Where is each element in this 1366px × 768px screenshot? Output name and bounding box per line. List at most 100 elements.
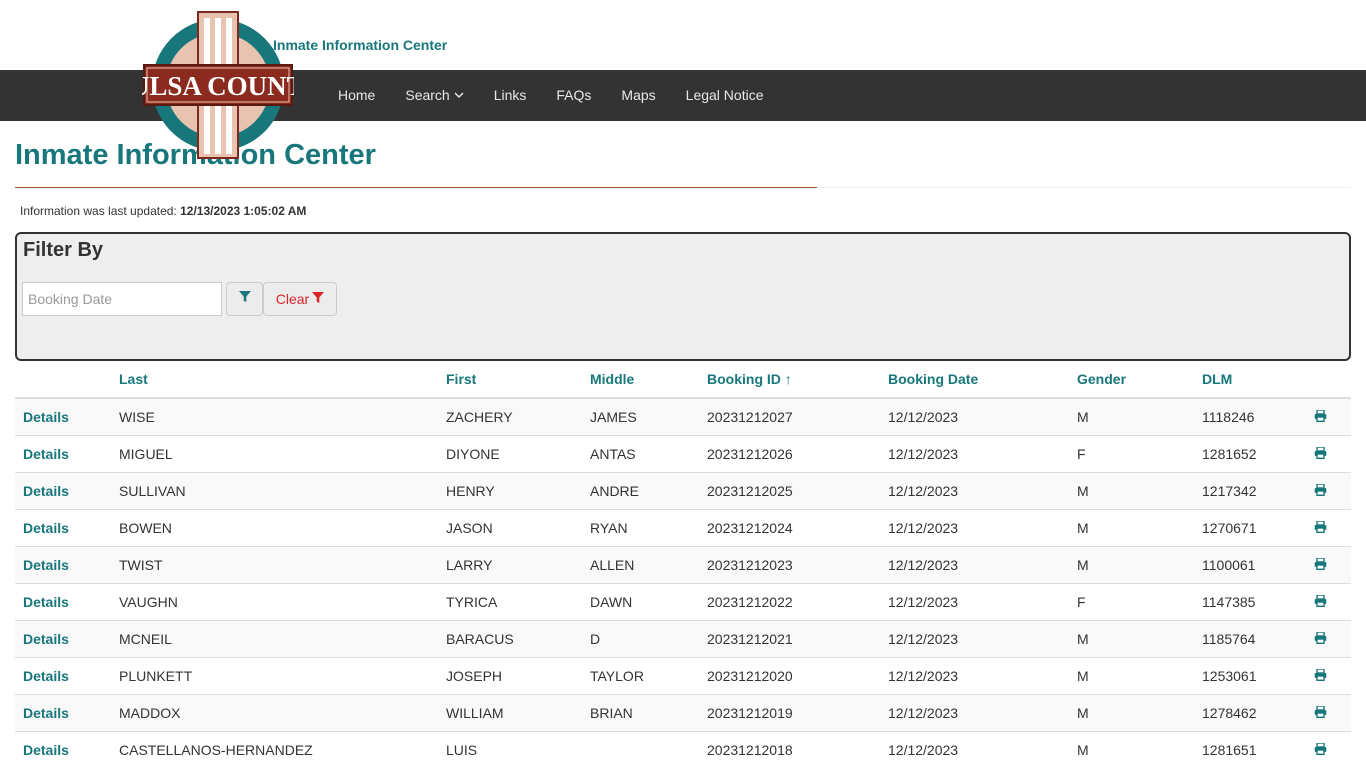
filter-title: Filter By (23, 239, 104, 261)
nav-faqs-label: FAQs (556, 87, 592, 103)
booking-date-input[interactable] (22, 282, 222, 316)
print-button[interactable] (1289, 397, 1351, 435)
cell-last: MADDOX (111, 693, 438, 731)
details-link[interactable]: Details (15, 545, 111, 583)
cell-booking-id: 20231212024 (699, 508, 880, 546)
cell-dlm: 1118246 (1194, 397, 1289, 435)
chevron-down-icon (454, 71, 464, 122)
details-link[interactable]: Details (15, 471, 111, 509)
cell-booking-date: 12/12/2023 (880, 397, 1069, 435)
print-icon (1314, 704, 1327, 721)
col-header-middle[interactable]: Middle (582, 361, 699, 399)
cell-dlm: 1100061 (1194, 545, 1289, 583)
details-link[interactable]: Details (15, 693, 111, 731)
print-icon (1314, 630, 1327, 647)
cell-booking-date: 12/12/2023 (880, 471, 1069, 509)
cell-last: CASTELLANOS-HERNANDEZ (111, 730, 438, 768)
cell-middle: ANDRE (582, 471, 699, 509)
details-link[interactable]: Details (15, 434, 111, 472)
nav-faqs[interactable]: FAQs (541, 70, 606, 121)
nav-maps-label: Maps (621, 87, 656, 103)
filter-panel: Filter By Clear (15, 232, 1351, 361)
details-link[interactable]: Details (15, 397, 111, 435)
table-row: Details PLUNKETT JOSEPH TAYLOR 20231212020 12… (15, 656, 1351, 694)
cell-middle (582, 730, 699, 768)
nav-search-label: Search (405, 87, 450, 103)
cell-booking-date: 12/12/2023 (880, 693, 1069, 731)
cell-booking-date: 12/12/2023 (880, 545, 1069, 583)
col-header-booking-date[interactable]: Booking Date (880, 361, 1069, 399)
print-button[interactable] (1289, 508, 1351, 546)
cell-middle: ALLEN (582, 545, 699, 583)
col-header-print (1289, 361, 1351, 399)
cell-booking-id: 20231212022 (699, 582, 880, 620)
col-header-booking-id[interactable]: Booking ID ↑ (699, 361, 880, 399)
cell-booking-id: 20231212019 (699, 693, 880, 731)
logo-text: TULSA COUNTY (142, 71, 294, 101)
cell-first: LARRY (438, 545, 582, 583)
cell-booking-id: 20231212018 (699, 730, 880, 768)
nav-home[interactable]: Home (323, 70, 390, 121)
cell-last: BOWEN (111, 508, 438, 546)
print-button[interactable] (1289, 582, 1351, 620)
cell-dlm: 1278462 (1194, 693, 1289, 731)
nav-legal-notice[interactable]: Legal Notice (671, 70, 779, 121)
cell-booking-id: 20231212021 (699, 619, 880, 657)
clear-button-label: Clear (275, 291, 310, 307)
print-icon (1314, 742, 1327, 758)
print-icon (1314, 556, 1327, 573)
title-divider-light (817, 187, 1351, 188)
cell-last: SULLIVAN (111, 471, 438, 509)
print-button[interactable] (1289, 693, 1351, 731)
cell-first: ZACHERY (438, 397, 582, 435)
details-link[interactable]: Details (15, 619, 111, 657)
print-button[interactable] (1289, 619, 1351, 657)
col-header-dlm[interactable]: DLM (1194, 361, 1289, 399)
title-divider (15, 187, 817, 188)
cell-last: PLUNKETT (111, 656, 438, 694)
print-button[interactable] (1289, 730, 1351, 768)
details-link[interactable]: Details (15, 582, 111, 620)
print-icon (1314, 593, 1327, 610)
cell-dlm: 1281651 (1194, 730, 1289, 768)
col-header-first[interactable]: First (438, 361, 582, 399)
site-title[interactable]: Inmate Information Center (273, 37, 447, 53)
clear-filter-button[interactable]: Clear (263, 282, 337, 316)
nav-home-label: Home (338, 87, 376, 103)
col-header-details (15, 361, 111, 399)
cell-dlm: 1270671 (1194, 508, 1289, 546)
inmate-table-container: Last First Middle Booking ID ↑ Booking D… (15, 361, 1351, 768)
print-button[interactable] (1289, 434, 1351, 472)
details-link[interactable]: Details (15, 656, 111, 694)
print-icon (1314, 519, 1327, 536)
table-header-row: Last First Middle Booking ID ↑ Booking D… (15, 361, 1351, 399)
col-header-gender[interactable]: Gender (1069, 361, 1194, 399)
inmate-table: Last First Middle Booking ID ↑ Booking D… (15, 361, 1351, 768)
tulsa-county-logo[interactable]: TULSA COUNTY (112, 8, 324, 162)
cell-booking-date: 12/12/2023 (880, 730, 1069, 768)
nav-search[interactable]: Search (390, 70, 478, 121)
cell-last: WISE (111, 397, 438, 435)
print-button[interactable] (1289, 656, 1351, 694)
print-button[interactable] (1289, 545, 1351, 583)
nav-maps[interactable]: Maps (606, 70, 670, 121)
cell-first: DIYONE (438, 434, 582, 472)
cell-middle: TAYLOR (582, 656, 699, 694)
col-header-last[interactable]: Last (111, 361, 438, 399)
cell-booking-date: 12/12/2023 (880, 619, 1069, 657)
details-link[interactable]: Details (15, 508, 111, 546)
cell-gender: M (1069, 656, 1194, 694)
cell-dlm: 1253061 (1194, 656, 1289, 694)
cell-middle: ANTAS (582, 434, 699, 472)
cell-first: HENRY (438, 471, 582, 509)
nav-links[interactable]: Links (479, 70, 542, 121)
table-row: Details CASTELLANOS-HERNANDEZ LUIS 20231212… (15, 730, 1351, 768)
cell-gender: M (1069, 693, 1194, 731)
apply-filter-button[interactable] (226, 282, 263, 316)
details-link[interactable]: Details (15, 730, 111, 768)
table-row: Details BOWEN JASON RYAN 20231212024 12/12/20… (15, 508, 1351, 546)
cell-gender: M (1069, 545, 1194, 583)
cell-first: BARACUS (438, 619, 582, 657)
cell-last: VAUGHN (111, 582, 438, 620)
print-button[interactable] (1289, 471, 1351, 509)
